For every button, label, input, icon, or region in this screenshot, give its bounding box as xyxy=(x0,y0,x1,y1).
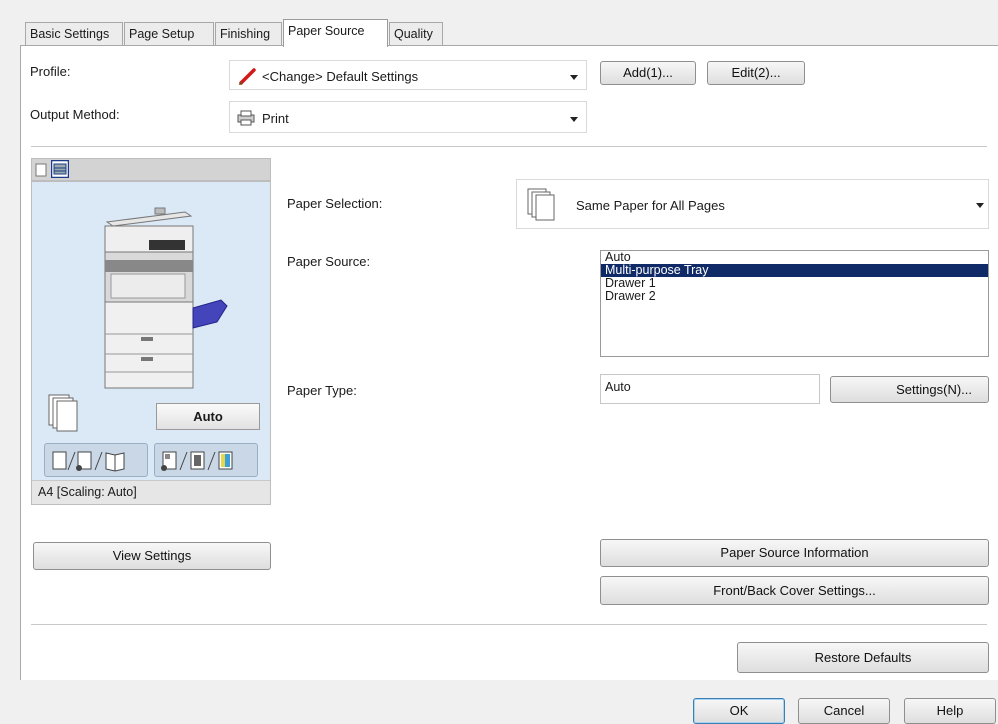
paper-size-auto-button[interactable]: Auto xyxy=(156,403,260,430)
profile-dropdown[interactable]: <Change> Default Settings xyxy=(229,60,587,90)
paper-stack-icon xyxy=(527,188,555,221)
paper-size-status: A4 [Scaling: Auto] xyxy=(32,480,270,504)
layout-mode-group[interactable] xyxy=(44,443,148,477)
dialog-button-bar: OK Cancel Help xyxy=(0,680,998,724)
paper-selection-label: Paper Selection: xyxy=(287,196,383,211)
paper-selection-dropdown[interactable]: Same Paper for All Pages xyxy=(516,179,989,229)
list-item[interactable]: Drawer 1 xyxy=(601,277,988,290)
pencil-icon xyxy=(238,67,258,88)
ok-button[interactable]: OK xyxy=(693,698,785,724)
paper-type-label: Paper Type: xyxy=(287,383,357,398)
chevron-down-icon xyxy=(976,203,984,208)
paper-source-label: Paper Source: xyxy=(287,254,371,269)
paper-source-listbox[interactable]: Auto Multi-purpose Tray Drawer 1 Drawer … xyxy=(600,250,989,357)
tab-finishing[interactable]: Finishing xyxy=(215,22,282,46)
single-page-view-icon[interactable] xyxy=(35,163,48,180)
layout-icons xyxy=(52,451,125,472)
chevron-down-icon xyxy=(570,117,578,122)
paper-stack-icon xyxy=(48,394,78,432)
output-method-value: Print xyxy=(262,111,289,126)
printer-preview: Auto A4 [Scaling: Auto] xyxy=(31,181,271,505)
front-back-cover-settings-button[interactable]: Front/Back Cover Settings... xyxy=(600,576,989,605)
list-item-selected[interactable]: Multi-purpose Tray xyxy=(601,264,988,277)
printer-icon xyxy=(236,110,256,129)
output-method-dropdown[interactable]: Print xyxy=(229,101,587,133)
restore-defaults-button[interactable]: Restore Defaults xyxy=(737,642,989,673)
add-profile-button[interactable]: Add(1)... xyxy=(600,61,696,85)
printer-view-icon[interactable] xyxy=(50,159,70,181)
paper-type-settings-button[interactable]: Settings(N)... xyxy=(830,376,989,403)
divider xyxy=(31,146,987,147)
help-button[interactable]: Help xyxy=(904,698,996,724)
color-mode-icons xyxy=(161,451,233,471)
paper-selection-value: Same Paper for All Pages xyxy=(576,198,725,213)
tab-basic-settings[interactable]: Basic Settings xyxy=(25,22,123,46)
chevron-down-icon xyxy=(570,75,578,80)
list-item[interactable]: Drawer 2 xyxy=(601,290,988,303)
paper-type-field: Auto xyxy=(600,374,820,404)
profile-label: Profile: xyxy=(30,64,71,79)
preview-toolbar xyxy=(31,158,271,181)
output-method-label: Output Method: xyxy=(30,107,120,122)
printer-illustration-icon xyxy=(104,207,228,389)
color-mode-group[interactable] xyxy=(154,443,258,477)
tab-page-setup[interactable]: Page Setup xyxy=(124,22,214,46)
tab-quality[interactable]: Quality xyxy=(389,22,443,46)
edit-profile-button[interactable]: Edit(2)... xyxy=(707,61,805,85)
cancel-button[interactable]: Cancel xyxy=(798,698,890,724)
profile-value: <Change> Default Settings xyxy=(262,69,419,84)
view-settings-button[interactable]: View Settings xyxy=(33,542,271,570)
paper-source-information-button[interactable]: Paper Source Information xyxy=(600,539,989,567)
tab-paper-source[interactable]: Paper Source xyxy=(283,19,388,47)
divider xyxy=(31,624,987,625)
